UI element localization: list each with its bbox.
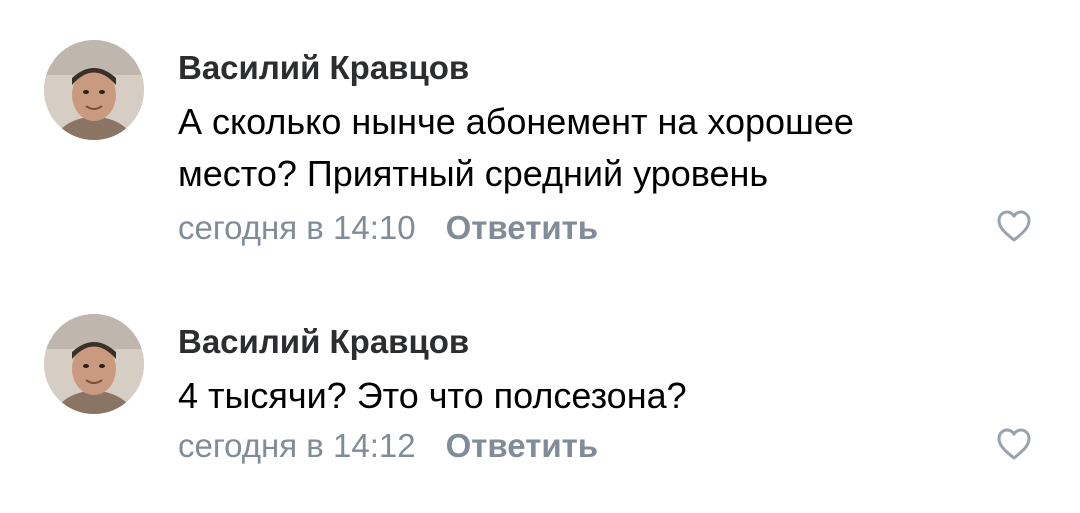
comment-item: Василий Кравцов 4 тысячи? Это что полсез… <box>0 0 1080 513</box>
avatar-photo <box>44 314 144 414</box>
comment-author[interactable]: Василий Кравцов <box>178 322 469 362</box>
reply-button[interactable]: Ответить <box>446 427 599 464</box>
comment-meta: сегодня в 14:12 Ответить <box>178 426 598 466</box>
comment-timestamp: сегодня в 14:12 <box>178 427 416 464</box>
comment-text: 4 тысячи? Это что полсезона? <box>178 375 687 416</box>
like-button[interactable] <box>994 424 1034 464</box>
avatar[interactable] <box>44 314 144 414</box>
heart-outline-icon <box>997 428 1031 460</box>
